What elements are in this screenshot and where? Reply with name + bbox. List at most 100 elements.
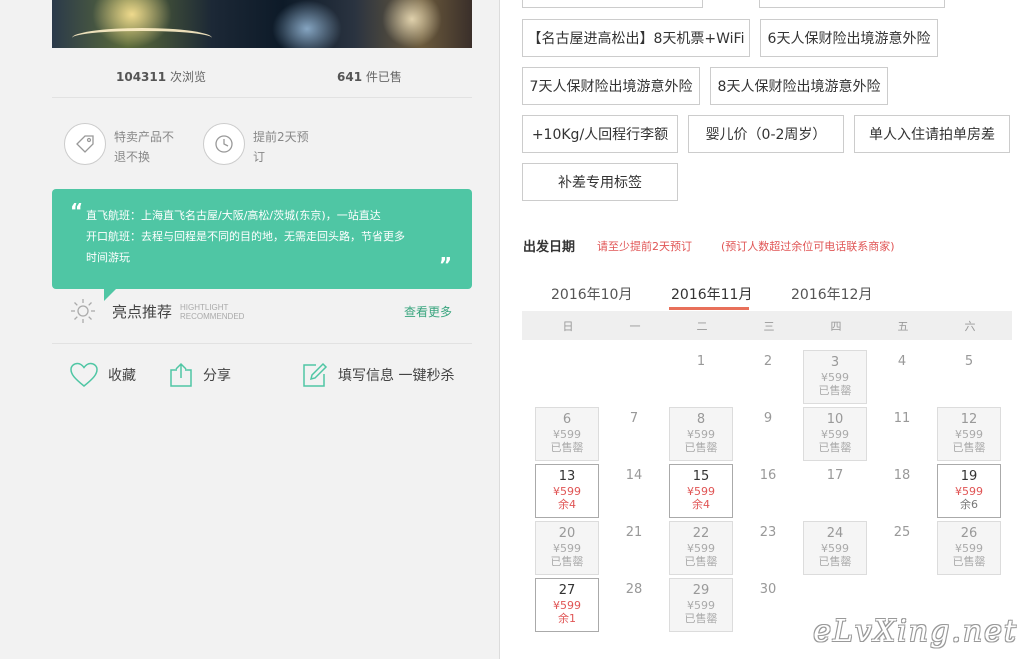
day-number: 26 (960, 526, 978, 541)
option-tag[interactable]: 8天人保财险出境游意外险 (710, 67, 888, 105)
option-tag[interactable]: 补差专用标签 (522, 163, 678, 201)
day-number: 21 (625, 525, 643, 540)
share-icon (170, 362, 192, 387)
option-tag[interactable]: +10Kg/人回程行李额 (522, 115, 678, 153)
day-number: 12 (960, 412, 978, 427)
calendar-day-12: 12 ¥599 已售罄 (937, 407, 1001, 461)
day-price: ¥599 (553, 485, 581, 498)
day-status: 已售罄 (684, 612, 718, 625)
feature-label: 提前2天预订 (253, 130, 309, 164)
fill-info-button[interactable]: 填写信息 一键秒杀 (302, 362, 454, 388)
day-price: ¥599 (687, 485, 715, 498)
day-price: ¥599 (687, 428, 715, 441)
day-status: 已售罄 (818, 555, 852, 568)
share-label: 分享 (203, 368, 231, 384)
calendar-day-3: 3 ¥599 已售罄 (803, 350, 867, 404)
option-tag[interactable]: 单人入住请拍单房差 (854, 115, 1010, 153)
day-status: 余6 (960, 498, 978, 511)
calendar-day-26: 26 ¥599 已售罄 (937, 521, 1001, 575)
calendar-day-14: 14 (602, 464, 666, 518)
day-number: 6 (562, 412, 572, 427)
feature-label: 特卖产品不退不换 (114, 130, 175, 164)
day-number: 13 (558, 469, 576, 484)
heart-icon (70, 362, 98, 387)
day-number: 9 (763, 411, 773, 426)
calendar-day-16: 16 (736, 464, 800, 518)
highlight-section: 亮点推荐 HIGHTLIGHT RECOMMENDED 查看更多 (52, 292, 472, 344)
option-tag[interactable]: 【名古屋进高松出】8天机票+WiFi (522, 19, 750, 57)
option-tag-top-1[interactable] (522, 0, 703, 8)
tab-month-oct[interactable]: 2016年10月 (551, 284, 632, 304)
calendar-day-30: 30 (736, 578, 800, 632)
day-status: 已售罄 (952, 555, 986, 568)
feature-advance-booking: 提前2天预订 (203, 123, 319, 167)
day-number: 29 (692, 583, 710, 598)
calendar-day-9: 9 (736, 407, 800, 461)
day-status: 已售罄 (818, 384, 852, 397)
weekday-label: 二 (696, 320, 708, 333)
day-price: ¥599 (821, 428, 849, 441)
day-number: 17 (826, 468, 844, 483)
calendar-day-20: 20 ¥599 已售罄 (535, 521, 599, 575)
tab-month-nov[interactable]: 2016年11月 (671, 284, 752, 304)
calendar-day-2: 2 (736, 350, 800, 404)
weekday-label: 六 (964, 320, 976, 333)
calendar-day-7: 7 (602, 407, 666, 461)
quote-line: 直飞航班：上海直飞名古屋/大阪/高松/茨城(东京)，一站直达 (86, 209, 381, 222)
calendar-day-19[interactable]: 19 ¥599 余6 (937, 464, 1001, 518)
day-status: 余4 (558, 498, 576, 511)
close-quote-icon: ” (438, 253, 452, 277)
quote-line: 开口航班：去程与回程是不同的目的地，无需走回头路，节省更多 (86, 230, 405, 243)
tab-month-dec[interactable]: 2016年12月 (791, 284, 872, 304)
view-more-link[interactable]: 查看更多 (404, 303, 452, 320)
departure-date-title: 出发日期 (523, 240, 576, 255)
day-price: ¥599 (553, 428, 581, 441)
favorite-button[interactable]: 收藏 (70, 362, 136, 388)
calendar-day-17: 17 (803, 464, 867, 518)
calendar-day-27[interactable]: 27 ¥599 余1 (535, 578, 599, 632)
calendar-day-1: 1 (669, 350, 733, 404)
feature-no-refund: 特卖产品不退不换 (64, 123, 180, 167)
option-tag[interactable]: 婴儿价（0-2周岁） (688, 115, 844, 153)
day-number: 4 (897, 354, 907, 369)
day-price: ¥599 (955, 428, 983, 441)
day-number: 19 (960, 469, 978, 484)
weekday-label: 日 (562, 320, 574, 333)
day-number: 22 (692, 526, 710, 541)
weekday-label: 四 (830, 320, 842, 333)
clock-icon (203, 123, 245, 165)
calendar-day-24: 24 ¥599 已售罄 (803, 521, 867, 575)
day-price: ¥599 (955, 542, 983, 555)
calendar-day-13[interactable]: 13 ¥599 余4 (535, 464, 599, 518)
advance-booking-note: 请至少提前2天预订 (597, 240, 692, 253)
sun-icon (71, 299, 95, 323)
calendar-day-23: 23 (736, 521, 800, 575)
views-count: 104311 次浏览 (116, 70, 206, 84)
favorite-label: 收藏 (108, 368, 136, 384)
open-quote-icon: “ (70, 199, 84, 223)
highlight-title: 亮点推荐 (112, 303, 173, 321)
watermark: eLvXing.net (813, 614, 1018, 649)
option-tag[interactable]: 7天人保财险出境游意外险 (522, 67, 700, 105)
day-price: ¥599 (687, 542, 715, 555)
calendar-day-25: 25 (870, 521, 934, 575)
day-status: 已售罄 (684, 555, 718, 568)
day-number: 24 (826, 526, 844, 541)
tag-icon (64, 123, 106, 165)
day-status: 已售罄 (550, 441, 584, 454)
share-button[interactable]: 分享 (169, 362, 231, 388)
day-status: 已售罄 (818, 441, 852, 454)
product-stats: 104311 次浏览 641 件已售 (52, 62, 472, 98)
day-price: ¥599 (553, 599, 581, 612)
day-price: ¥599 (955, 485, 983, 498)
day-number: 30 (759, 582, 777, 597)
option-tag-top-2[interactable] (759, 0, 945, 8)
day-number: 3 (830, 355, 840, 370)
day-number: 15 (692, 469, 710, 484)
option-tag[interactable]: 6天人保财险出境游意外险 (760, 19, 938, 57)
calendar-day-15[interactable]: 15 ¥599 余4 (669, 464, 733, 518)
calendar-day-21: 21 (602, 521, 666, 575)
day-number: 10 (826, 412, 844, 427)
weekday-header: 日一二三四五六 (522, 311, 1012, 340)
day-price: ¥599 (821, 542, 849, 555)
